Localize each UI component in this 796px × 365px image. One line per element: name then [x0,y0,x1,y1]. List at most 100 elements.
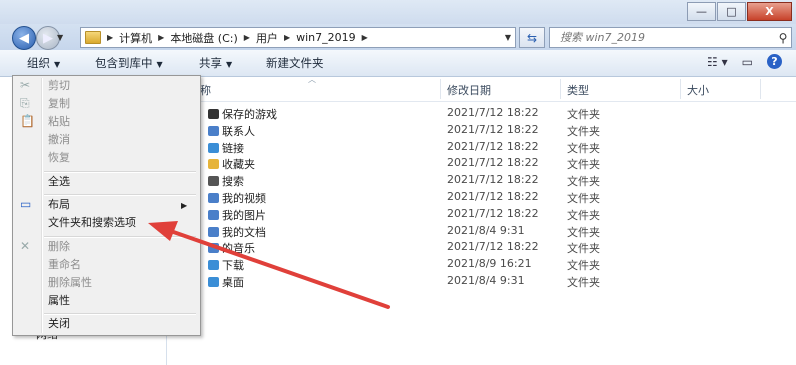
file-name[interactable]: 链接 [208,140,244,156]
file-date: 2021/8/4 9:31 [447,223,525,237]
window-controls: — □ X [686,2,792,21]
close-button[interactable]: X [747,2,792,21]
menu-item-rename[interactable]: 重命名 [48,257,81,273]
menu-item-redo[interactable]: 恢复 [48,150,70,166]
chevron-right-icon[interactable]: ▶ [244,33,250,42]
menu-item-folder-options[interactable]: 文件夹和搜索选项 [48,215,136,231]
maximize-button[interactable]: □ [717,2,746,21]
folder-icon [208,277,219,287]
column-header: ︿ 称 修改日期 类型 大小 [168,75,796,102]
help-icon[interactable]: ? [767,54,782,69]
folder-icon [208,209,219,220]
file-type: 文件夹 [567,276,600,289]
file-date: 2021/8/9 16:21 [447,257,532,271]
delete-icon: ✕ [20,239,31,253]
file-name[interactable]: 联系人 [208,123,255,139]
file-name-label: 下载 [222,259,244,273]
column-type[interactable]: 类型 [567,82,589,98]
table-row[interactable]: 下载 2021/8/9 16:21 文件夹 [168,255,796,272]
breadcrumb-user-folder[interactable]: win7_2019 [296,31,356,44]
chevron-down-icon: ▼ [156,60,163,69]
organize-button[interactable]: 组织 ▼ [27,55,60,71]
breadcrumb-computer[interactable]: 计算机 [119,30,152,46]
column-date[interactable]: 修改日期 [447,82,491,98]
file-name-label: 我的图片 [222,208,266,222]
back-arrow-icon: ◀ [19,30,29,46]
back-button[interactable]: ◀ [12,26,36,50]
breadcrumb-users[interactable]: 用户 [256,30,278,46]
share-button[interactable]: 共享 ▼ [199,55,232,71]
table-row[interactable]: 保存的游戏 2021/7/12 18:22 文件夹 [168,104,796,121]
table-row[interactable]: 我的文档 2021/8/4 9:31 文件夹 [168,222,796,239]
history-dropdown-icon[interactable]: ▼ [57,33,63,42]
menu-item-delete[interactable]: 删除 [48,239,70,255]
column-divider[interactable] [760,79,761,99]
include-library-button[interactable]: 包含到库中 ▼ [95,55,163,71]
file-date: 2021/7/12 18:22 [447,106,539,119]
menu-item-layout[interactable]: 布局 [48,197,70,213]
folder-icon [208,142,219,153]
folder-icon [208,260,219,271]
file-type: 文件夹 [567,108,600,121]
file-name[interactable]: 我的视频 [208,190,266,206]
menu-separator [44,171,196,173]
breadcrumb-local-disk[interactable]: 本地磁盘 (C:) [170,30,237,46]
table-row[interactable]: 链接 2021/7/12 18:22 文件夹 [168,138,796,155]
view-options-icon[interactable]: ☷ ▾ [707,55,728,69]
table-row[interactable]: 的音乐 2021/7/12 18:22 文件夹 [168,238,796,255]
table-row[interactable]: 收藏夹 2021/7/12 18:22 文件夹 [168,154,796,171]
chevron-right-icon[interactable]: ▶ [284,33,290,42]
address-bar[interactable]: ▶ 计算机 ▶ 本地磁盘 (C:) ▶ 用户 ▶ win7_2019 ▶ ▼ [80,27,516,48]
folder-icon [208,159,219,170]
file-name-label: 保存的游戏 [222,108,277,121]
column-divider[interactable] [440,79,441,99]
column-name[interactable]: 称 [200,82,211,98]
column-divider[interactable] [680,79,681,99]
share-label: 共享 [199,56,222,70]
layout-icon: ▭ [20,197,32,211]
menu-item-paste[interactable]: 粘贴 [48,114,70,130]
file-date: 2021/7/12 18:22 [447,173,539,187]
menu-item-select-all[interactable]: 全选 [48,174,70,190]
folder-icon [208,125,219,136]
table-row[interactable]: 我的图片 2021/7/12 18:22 文件夹 [168,205,796,222]
file-name[interactable]: 搜索 [208,173,244,189]
chevron-right-icon[interactable]: ▶ [107,33,113,42]
file-name[interactable]: 保存的游戏 [208,106,277,122]
preview-pane-icon[interactable]: ▭ [742,55,753,69]
table-row[interactable]: 联系人 2021/7/12 18:22 文件夹 [168,121,796,138]
file-name[interactable]: 的音乐 [208,240,255,256]
file-name[interactable]: 下载 [208,257,244,273]
menu-item-properties[interactable]: 属性 [48,293,70,309]
folder-icon [85,31,101,44]
file-name[interactable]: 收藏夹 [208,156,255,172]
search-icon[interactable]: ⚲ [775,31,791,45]
column-size[interactable]: 大小 [687,82,709,98]
file-name[interactable]: 桌面 [208,274,244,290]
file-name[interactable]: 我的文档 [208,224,266,240]
table-row[interactable]: 我的视频 2021/7/12 18:22 文件夹 [168,188,796,205]
table-row[interactable]: 桌面 2021/8/4 9:31 文件夹 [168,272,796,289]
file-date: 2021/7/12 18:22 [447,206,539,220]
file-name[interactable]: 我的图片 [208,207,266,223]
new-folder-button[interactable]: 新建文件夹 [266,55,324,71]
menu-item-cut[interactable]: 剪切 [48,78,70,94]
table-row[interactable]: 搜索 2021/7/12 18:22 文件夹 [168,171,796,188]
search-input[interactable] [550,30,775,45]
chevron-right-icon[interactable]: ▶ [158,33,164,42]
file-type: 文件夹 [567,124,600,138]
menu-item-undo[interactable]: 撤消 [48,132,70,148]
menu-item-remove-properties[interactable]: 删除属性 [48,275,92,291]
file-date: 2021/7/12 18:22 [447,190,539,203]
chevron-right-icon[interactable]: ▶ [362,33,368,42]
file-date: 2021/7/12 18:22 [447,156,539,170]
column-divider[interactable] [560,79,561,99]
menu-item-copy[interactable]: 复制 [48,96,70,112]
refresh-button[interactable]: ⇆ [519,27,545,48]
file-type: 文件夹 [567,225,600,239]
file-date: 2021/7/12 18:22 [447,240,539,254]
minimize-button[interactable]: — [687,2,716,21]
menu-item-close[interactable]: 关闭 [48,316,70,332]
address-dropdown-icon[interactable]: ▼ [505,33,511,42]
search-box: ⚲ [549,27,792,48]
